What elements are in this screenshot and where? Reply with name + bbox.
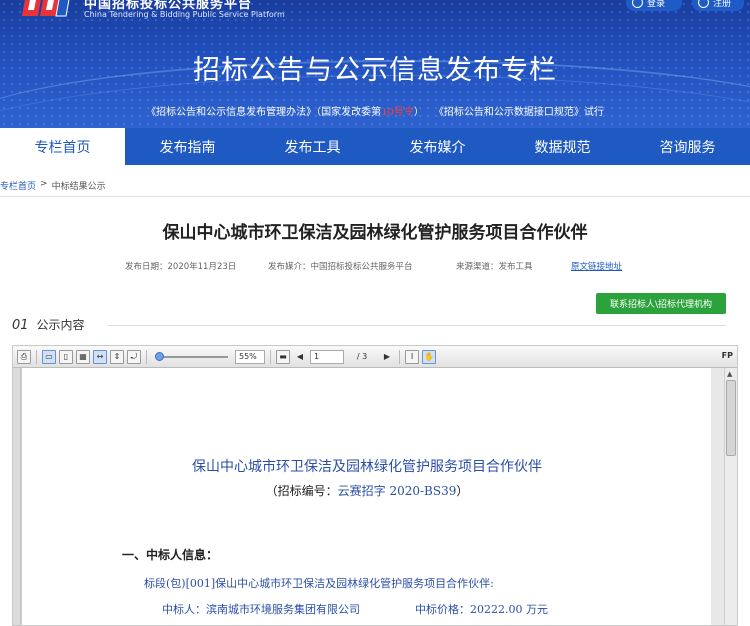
prev-page-icon[interactable]: ◀ (293, 350, 307, 364)
breadcrumb: 专栏首页 > 中标结果公示 (0, 179, 106, 192)
pdf-page: 保山中心城市环卫保洁及园林绿化管护服务项目合作伙伴 （招标编号：云赛招字 202… (21, 368, 712, 625)
scroll-up-icon[interactable]: ▲ (727, 370, 735, 378)
thumbnail-sidebar[interactable] (13, 368, 21, 625)
fit-page-icon[interactable]: ⇕ (110, 349, 124, 364)
register-label: 注册 (713, 0, 732, 9)
doc-heading: 一、中标人信息： (122, 548, 219, 562)
user-icon (632, 0, 643, 8)
doc-title: 保山中心城市环卫保洁及园林绿化管护服务项目合作伙伴 (192, 459, 542, 475)
toolbar-separator (399, 349, 400, 364)
monitor-icon[interactable]: ▬ (276, 349, 290, 364)
doc-tender-number: （招标编号：云赛招字 2020-BS39） (22, 482, 712, 499)
banner-note-red[interactable]: 10号令 (381, 107, 414, 118)
publish-media: 发布媒介：中国招标投标公共服务平台 (268, 262, 413, 272)
page-number-input[interactable]: 1 (310, 349, 344, 364)
doc-sub-a: （招标编号： (265, 484, 338, 498)
original-link-wrap: 原文链接地址 (571, 260, 622, 272)
scrollbar-thumb[interactable] (726, 380, 736, 456)
publish-date: 发布日期：2020年11月23日 (125, 262, 237, 272)
grid-view-icon[interactable]: ▦ (76, 349, 90, 364)
banner-title: 招标公告与公示信息发布专栏 (193, 55, 557, 86)
section-divider (108, 325, 726, 326)
vertical-scrollbar[interactable]: ▲ (724, 368, 737, 625)
toolbar-separator (146, 349, 147, 364)
doc-sub-b: ） (456, 484, 469, 498)
next-page-icon[interactable]: ▶ (380, 350, 394, 364)
text-select-icon[interactable]: I (405, 349, 419, 364)
zoom-slider-track (156, 355, 228, 358)
platform-logo[interactable] (22, 0, 72, 20)
main-nav: 专栏首页 发布指南 发布工具 发布媒介 数据规范 咨询服务 (0, 128, 750, 165)
section-header: 01 公示内容 (12, 316, 85, 333)
fit-width-icon[interactable]: ↔ (93, 349, 107, 364)
nav-item-guide[interactable]: 发布指南 (125, 128, 250, 165)
doc-line-lot: 标段(包)[001]保山中心城市环卫保洁及园林绿化管护服务项目合作伙伴: (144, 577, 494, 590)
section-number: 01 (12, 318, 29, 333)
toolbar-separator (36, 349, 37, 364)
register-button[interactable]: 注册 (692, 0, 744, 11)
breadcrumb-home[interactable]: 专栏首页 (0, 179, 36, 192)
login-button[interactable]: 登录 (626, 0, 682, 11)
rotate-icon[interactable]: ⤾ (127, 349, 141, 364)
zoom-level[interactable]: 55% (235, 349, 265, 364)
login-label: 登录 (647, 0, 666, 9)
page-total: / 3 (356, 352, 368, 361)
zoom-slider-handle[interactable] (155, 351, 164, 361)
source-channel: 来源渠道：发布工具 (456, 262, 533, 272)
doc-line-winner: 中标人：滨南城市环境服务集团有限公司 (162, 603, 360, 616)
banner-note: 《招标公告和公示信息发布管理办法》（国家发改委第10号令） 《招标公告和公示数据… (0, 103, 750, 118)
header-banner: 中国招标投标公共服务平台 China Tendering & Bidding P… (0, 0, 750, 128)
fp-label: FP (721, 351, 733, 360)
section-label: 公示内容 (36, 318, 85, 332)
pdf-toolbar: ⎙ ▭ ▯ ▦ ↔ ⇕ ⤾ 55% ▬ ◀ 1 / 3 ▶ I ✋ FP (13, 346, 737, 368)
print-icon[interactable]: ⎙ (17, 349, 31, 364)
zoom-slider[interactable] (152, 350, 232, 364)
single-page-icon[interactable]: ▭ (42, 349, 56, 364)
doc-sub-number: 云赛招字 2020-BS39 (337, 484, 457, 498)
page-title: 保山中心城市环卫保洁及园林绿化管护服务项目合作伙伴 (162, 223, 588, 243)
doc-line-price: 中标价格：20222.00 万元 (415, 603, 548, 616)
nav-item-home[interactable]: 专栏首页 (0, 128, 125, 165)
breadcrumb-separator: > (40, 179, 48, 189)
original-link[interactable]: 原文链接地址 (571, 262, 622, 272)
breadcrumb-current: 中标结果公示 (51, 182, 106, 192)
logo-title-en: China Tendering & Bidding Public Service… (84, 10, 285, 19)
banner-note-b[interactable]: ） 《招标公告和公示数据接口规范》试行 (414, 107, 604, 118)
nav-item-consult[interactable]: 咨询服务 (625, 128, 750, 165)
divider (0, 196, 750, 197)
nav-item-spec[interactable]: 数据规范 (500, 128, 625, 165)
register-icon (698, 0, 709, 8)
hand-tool-icon[interactable]: ✋ (422, 349, 436, 364)
two-page-icon[interactable]: ▯ (59, 349, 73, 364)
nav-item-tools[interactable]: 发布工具 (250, 128, 375, 165)
banner-note-a[interactable]: 《招标公告和公示信息发布管理办法》（国家发改委第 (146, 107, 381, 118)
contact-button[interactable]: 联系招标人\招标代理机构 (596, 293, 726, 314)
pdf-viewer: ⎙ ▭ ▯ ▦ ↔ ⇕ ⤾ 55% ▬ ◀ 1 / 3 ▶ I ✋ FP 保山中… (12, 345, 738, 626)
nav-item-media[interactable]: 发布媒介 (375, 128, 500, 165)
toolbar-separator (270, 349, 271, 364)
